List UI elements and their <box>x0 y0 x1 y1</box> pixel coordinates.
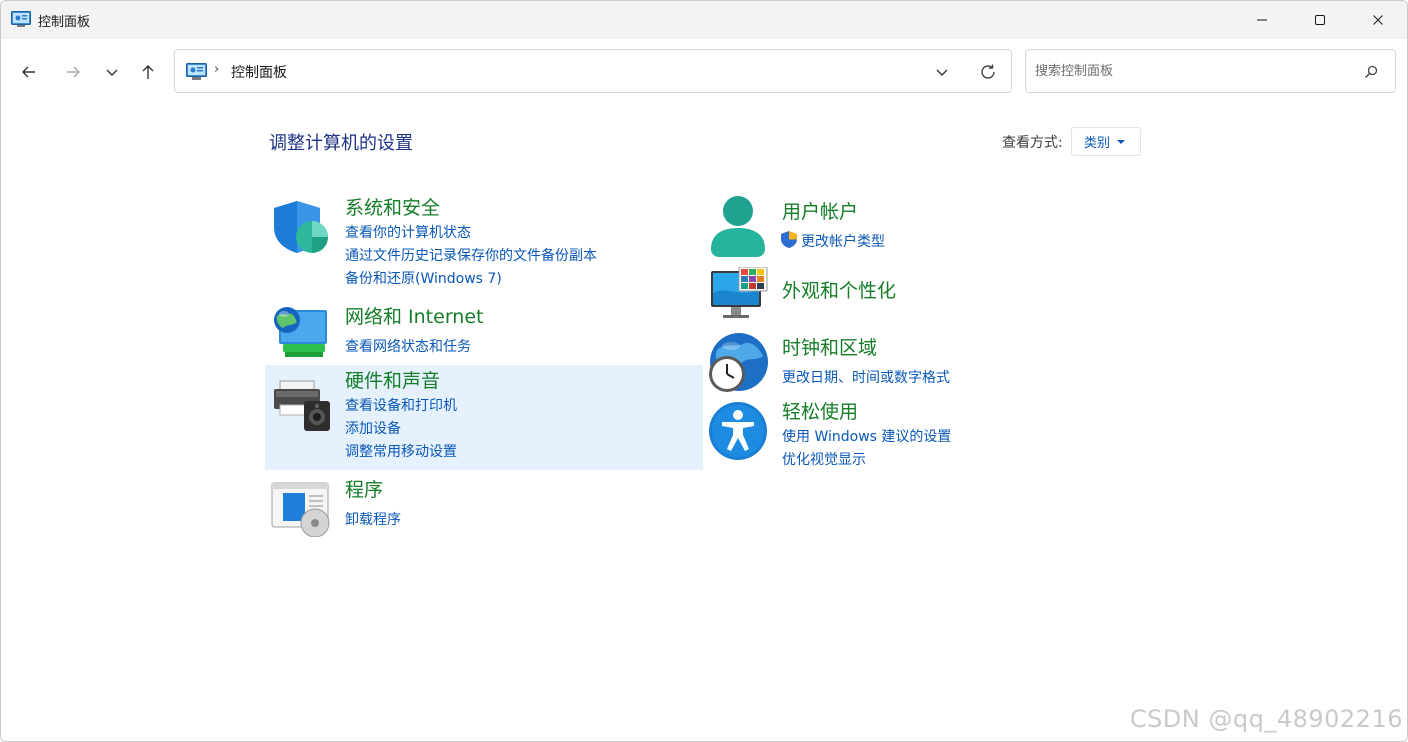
programs-icon[interactable] <box>271 481 333 537</box>
navigation-bar: › 控制面板 <box>1 39 1407 103</box>
recent-locations-button[interactable] <box>97 57 127 87</box>
control-panel-icon <box>186 63 207 80</box>
category-title-system-security[interactable]: 系统和安全 <box>345 193 440 220</box>
category-title-hardware-sound[interactable]: 硬件和声音 <box>345 366 440 393</box>
watermark-text: CSDN @qq_48902216 <box>1129 705 1403 733</box>
chevron-down-icon[interactable] <box>933 63 951 81</box>
search-icon[interactable] <box>1363 64 1379 80</box>
maximize-icon <box>1315 15 1325 25</box>
arrow-up-icon <box>142 65 154 79</box>
view-by-value: 类别 <box>1084 136 1111 151</box>
link-backup-restore[interactable]: 备份和还原(Windows 7) <box>345 268 502 288</box>
shield-icon[interactable] <box>272 199 330 257</box>
link-mobility-settings[interactable]: 调整常用移动设置 <box>345 441 457 461</box>
link-add-device[interactable]: 添加设备 <box>345 418 401 438</box>
view-by-label: 查看方式: <box>1002 135 1063 151</box>
page-heading: 调整计算机的设置 <box>269 133 413 154</box>
caret-down-icon <box>1117 139 1126 144</box>
category-title-programs[interactable]: 程序 <box>345 475 383 502</box>
link-optimize-visual-display[interactable]: 优化视觉显示 <box>782 449 866 469</box>
arrow-left-icon <box>22 66 35 78</box>
forward-button[interactable] <box>58 57 88 87</box>
refresh-icon[interactable] <box>978 62 998 82</box>
uac-shield-icon <box>781 231 797 248</box>
breadcrumb-control-panel[interactable]: 控制面板 <box>231 62 287 82</box>
link-view-computer-status[interactable]: 查看你的计算机状态 <box>345 222 471 242</box>
view-by-dropdown[interactable]: 类别 <box>1071 127 1141 156</box>
control-panel-app-icon <box>11 11 31 27</box>
up-button[interactable] <box>133 57 163 87</box>
clock-globe-icon[interactable] <box>707 332 769 394</box>
link-recommended-settings[interactable]: 使用 Windows 建议的设置 <box>782 426 951 446</box>
maximize-button[interactable] <box>1291 1 1349 39</box>
network-globe-icon[interactable] <box>271 302 329 360</box>
link-file-history-backup[interactable]: 通过文件历史记录保存你的文件备份副本 <box>345 245 597 265</box>
link-uninstall-program[interactable]: 卸载程序 <box>345 509 401 529</box>
category-title-network-internet[interactable]: 网络和 Internet <box>345 302 483 329</box>
chevron-down-icon <box>106 69 118 76</box>
search-box[interactable] <box>1025 49 1396 93</box>
link-change-account-type[interactable]: 更改帐户类型 <box>801 231 885 251</box>
user-avatar-icon[interactable] <box>709 195 767 257</box>
breadcrumb-separator: › <box>214 62 220 77</box>
address-bar[interactable]: › 控制面板 <box>174 49 1012 93</box>
link-devices-printers[interactable]: 查看设备和打印机 <box>345 395 457 415</box>
category-title-clock-region[interactable]: 时钟和区域 <box>782 333 877 360</box>
minimize-icon <box>1257 19 1267 21</box>
title-bar: 控制面板 <box>1 1 1407 39</box>
arrow-right-icon <box>67 66 80 78</box>
link-change-date-time-format[interactable]: 更改日期、时间或数字格式 <box>782 367 950 387</box>
link-network-status-tasks[interactable]: 查看网络状态和任务 <box>345 336 471 356</box>
monitor-personalization-icon[interactable] <box>709 267 769 321</box>
printer-speaker-icon[interactable] <box>272 379 332 431</box>
close-icon <box>1373 15 1383 25</box>
back-button[interactable] <box>14 57 44 87</box>
close-button[interactable] <box>1349 1 1407 39</box>
minimize-button[interactable] <box>1233 1 1291 39</box>
category-title-user-accounts[interactable]: 用户帐户 <box>782 197 858 224</box>
search-input[interactable] <box>1035 60 1355 82</box>
control-panel-window: 控制面板 › 控制面板 搜索控制面板 调整计算机的设置 查看方式: 类别 系统和… <box>0 0 1408 742</box>
category-title-ease-of-access[interactable]: 轻松使用 <box>782 397 858 424</box>
window-title: 控制面板 <box>38 15 91 30</box>
category-title-appearance[interactable]: 外观和个性化 <box>782 276 896 303</box>
accessibility-icon[interactable] <box>708 401 768 461</box>
